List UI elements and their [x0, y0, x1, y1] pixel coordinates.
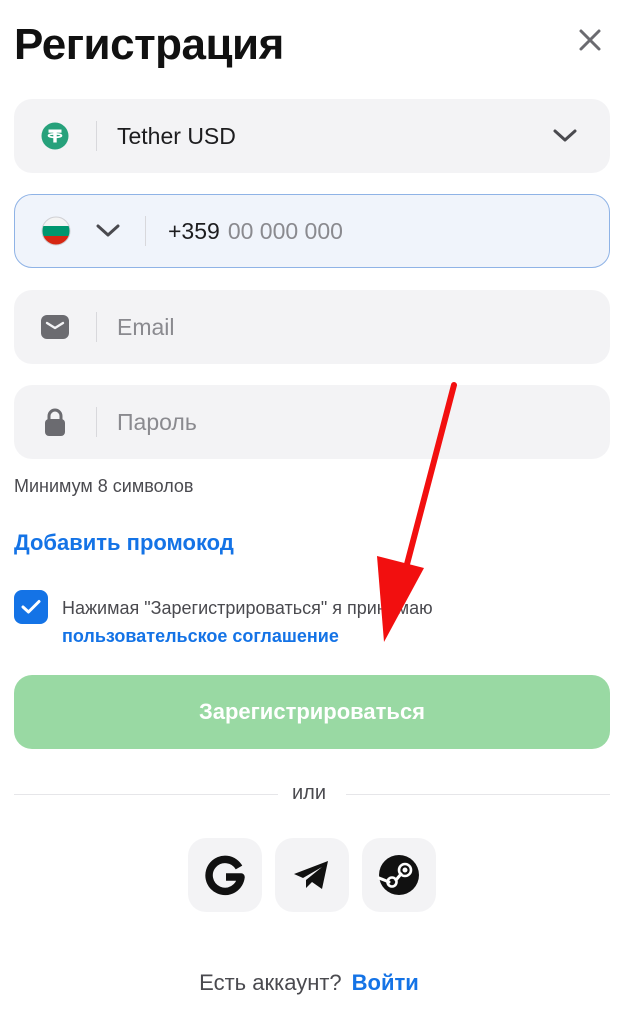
add-promo-link[interactable]: Добавить промокод	[14, 530, 234, 556]
register-button[interactable]: Зарегистрироваться	[14, 675, 610, 749]
field-divider	[96, 407, 97, 437]
phone-country-code: +359	[168, 217, 220, 244]
chevron-down-icon[interactable]	[93, 223, 123, 239]
user-agreement-link[interactable]: пользовательское соглашение	[62, 622, 339, 650]
divider-line-right	[346, 794, 610, 795]
field-divider	[145, 216, 146, 246]
currency-value: Tether USD	[117, 122, 236, 149]
agreement-checkbox[interactable]	[14, 590, 48, 624]
phone-input[interactable]: 00 000 000	[228, 218, 343, 245]
phone-field[interactable]: +359 00 000 000	[14, 194, 610, 268]
chevron-down-icon[interactable]	[538, 128, 592, 144]
password-field[interactable]: Пароль	[14, 385, 610, 459]
bulgaria-flag-icon	[41, 216, 71, 246]
currency-select[interactable]: Tether USD	[14, 99, 610, 173]
mail-icon	[14, 315, 96, 339]
close-icon	[579, 29, 601, 51]
google-icon	[205, 855, 245, 896]
lock-icon	[14, 407, 96, 437]
field-divider	[96, 312, 97, 342]
steam-icon	[377, 855, 419, 895]
email-field[interactable]: Email	[14, 290, 610, 364]
login-prompt: Есть аккаунт? Войти	[0, 970, 618, 996]
country-flag-button[interactable]	[15, 216, 97, 246]
telegram-icon	[294, 861, 328, 889]
email-input[interactable]: Email	[117, 314, 175, 341]
telegram-login-button[interactable]	[275, 838, 349, 912]
tether-icon	[14, 122, 96, 150]
steam-login-button[interactable]	[362, 838, 436, 912]
password-hint: Минимум 8 символов	[14, 476, 194, 496]
have-account-text: Есть аккаунт?	[199, 970, 342, 995]
field-divider	[96, 121, 97, 151]
checkmark-icon	[21, 600, 41, 614]
login-link[interactable]: Войти	[352, 970, 419, 995]
agreement-text: Нажимая "Зарегистрироваться" я принимаю	[62, 598, 433, 618]
google-login-button[interactable]	[188, 838, 262, 912]
password-input[interactable]: Пароль	[117, 409, 197, 436]
close-button[interactable]	[570, 20, 610, 60]
page-title: Регистрация	[14, 20, 284, 69]
